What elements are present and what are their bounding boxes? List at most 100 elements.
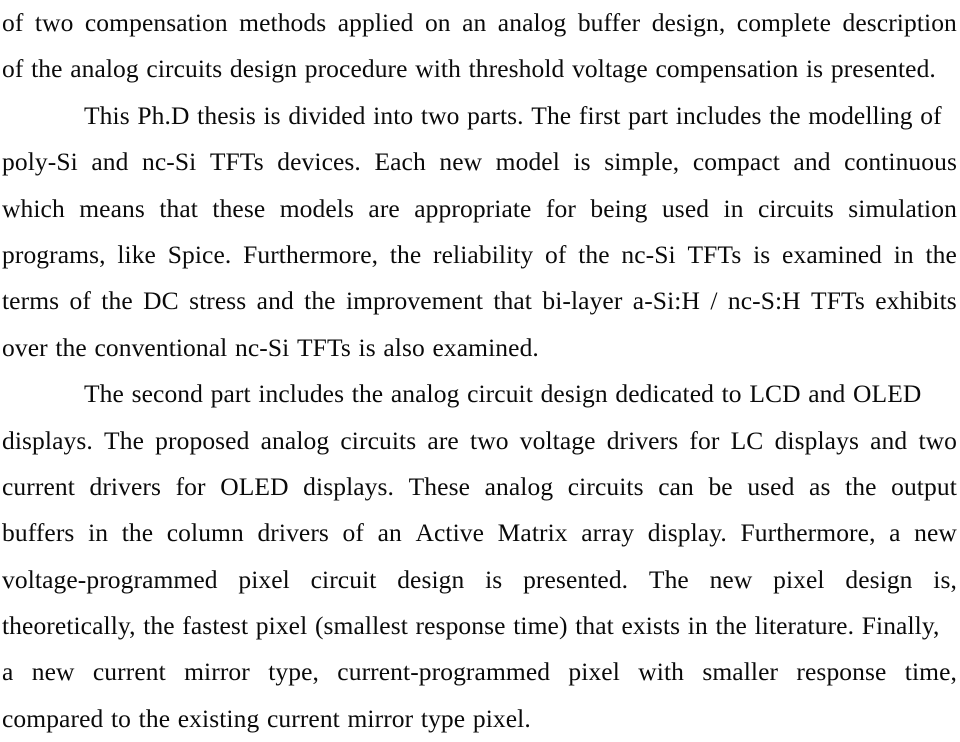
word: be [708,471,733,501]
text-line: over the conventional nc-Si TFTs is also examin… [2,325,957,371]
word: compensation [84,8,228,37]
word: response [796,657,887,687]
word: type, [268,657,319,687]
word: pixel [568,657,620,687]
word: circuits [340,425,417,455]
word: of [545,239,567,269]
word: a [889,518,901,548]
word: programs, [2,239,106,269]
word: exists [621,611,681,641]
word: nc-S:H [727,286,801,316]
word: design [845,564,913,594]
word: pixel [255,611,308,641]
word: presented. [830,54,936,84]
word: the [578,239,610,269]
word: voltage [519,425,596,455]
word: pixel [773,564,825,594]
word: an [462,8,487,37]
word: buffers [2,518,75,548]
word: nc-Si [621,239,676,269]
word: conventional [94,332,228,362]
word: and [91,147,129,177]
text-line: which means that these models are appropriate f… [2,186,957,232]
word: are [427,425,459,455]
word: voltage [572,54,648,84]
word: into [373,100,414,130]
word: an [377,518,402,548]
word: in [893,239,914,269]
text-line: of two compensation methods applied on an analo… [2,0,957,46]
word: is [573,147,591,177]
word: circuits [146,54,223,84]
word: for [175,471,206,501]
word: that [575,611,614,641]
word: literature. [754,611,855,641]
word: design [229,54,298,84]
word: new [31,657,75,687]
word: The [648,564,689,594]
document-page: of two compensation methods applied on an analo… [0,0,960,733]
word: The [104,425,144,455]
word: TFTs [209,147,264,177]
word: examined. [432,332,539,362]
word: displays. [2,425,93,455]
word: and [870,425,908,455]
word: used [661,193,710,223]
word: can [658,471,694,501]
word: methods [239,8,327,37]
word: voltage-programmed [2,564,218,594]
word: pixel [238,564,290,594]
word: procedure [304,54,408,84]
word: to [110,703,132,733]
word: part [628,100,669,130]
word: the [31,54,63,84]
word: two [34,8,74,37]
word: first [578,100,621,130]
word: new [914,518,957,548]
word: parts. [467,100,524,130]
word: Furthermore, [243,239,379,269]
word: the [925,239,957,269]
abstract-body-text: of two compensation methods applied on an analo… [2,0,957,742]
word: pixel. [472,703,531,733]
word: response [415,611,506,641]
word: nc-Si [235,332,290,362]
word: The [531,100,572,130]
word: exhibits [875,286,957,316]
word: / [710,286,718,316]
word: mirror [347,703,414,733]
word: DC [143,286,179,316]
word: these [212,193,266,223]
word: circuits [567,471,644,501]
word: proposed [155,425,250,455]
word: the [351,379,384,409]
word: the [389,239,422,269]
text-line: current drivers for OLED displays. These analo… [2,464,957,510]
word: two [918,425,957,455]
word: the [845,471,877,501]
text-line: programs, like Spice. Furthermore, the reliab… [2,232,957,278]
word: time) [513,611,568,641]
word: drivers [606,425,679,455]
word: is, [933,564,957,594]
word: second [131,379,204,409]
word: appropriate [414,193,532,223]
word: includes [258,379,345,409]
text-line: This Ph.D thesis is divided into two parts. The f… [2,93,957,139]
word: compared [2,703,104,733]
word: of [2,54,24,84]
word: the [121,518,154,548]
word: divided [288,100,366,130]
word: is [485,564,503,594]
word: is [358,332,376,362]
word: This [84,100,130,130]
word: output [891,471,957,501]
word: mirror [184,657,250,687]
word: of [69,286,91,316]
word: display. [647,518,727,548]
word: complete [736,8,832,37]
word: like [117,239,156,269]
word: the [143,611,175,641]
word: the [769,100,801,130]
word: as [809,471,831,501]
